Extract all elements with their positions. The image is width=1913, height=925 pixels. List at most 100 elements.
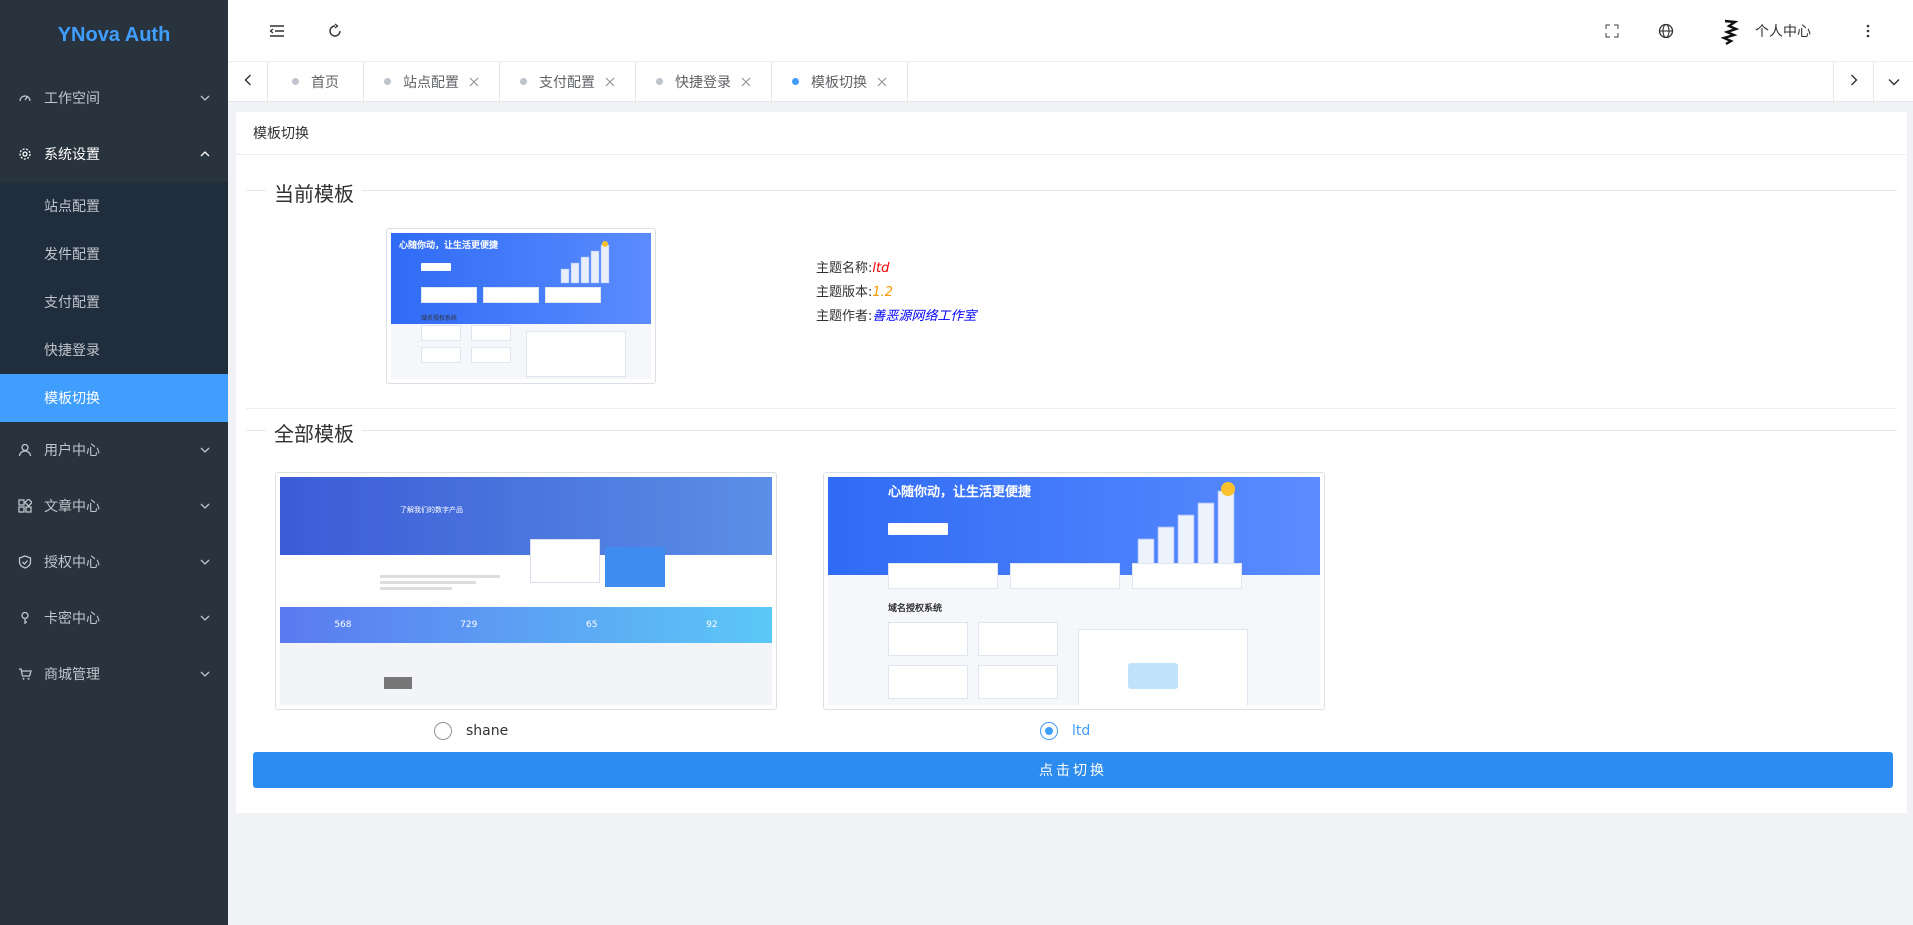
tab-label: 首页 xyxy=(311,74,339,91)
tab-home[interactable]: 首页 xyxy=(268,61,364,102)
sidebar-item-article-center[interactable]: 文章中心 xyxy=(0,478,228,534)
tab-pay-config[interactable]: 支付配置 xyxy=(500,61,636,102)
close-icon[interactable] xyxy=(877,77,887,87)
tabs-scroll-left-button[interactable] xyxy=(228,61,268,102)
tab-label: 快捷登录 xyxy=(675,74,731,91)
switch-template-button[interactable]: 点击切换 xyxy=(253,752,1893,788)
theme-name-row: 主题名称:ltd xyxy=(816,257,976,281)
chevron-left-icon xyxy=(244,74,252,90)
ltd-preview-image: 心随你动，让生活更便捷 域名授权系统 xyxy=(828,477,1320,705)
ltd-template-preview[interactable]: 心随你动，让生活更便捷 域名授权系统 xyxy=(823,472,1325,710)
system-settings-submenu: 站点配置 发件配置 支付配置 快捷登录 模板切换 xyxy=(0,182,228,422)
shane-preview-headline: 了解我们的数字产品 xyxy=(400,506,463,514)
chevron-down-icon xyxy=(200,613,210,623)
theme-version-value: 1.2 xyxy=(872,285,894,300)
close-icon[interactable] xyxy=(605,77,615,87)
gear-icon xyxy=(18,147,32,161)
refresh-icon[interactable] xyxy=(326,22,344,40)
tab-dot xyxy=(520,78,527,85)
theme-author-label: 主题作者: xyxy=(816,309,873,324)
tab-dot xyxy=(792,78,799,85)
tab-label: 站点配置 xyxy=(403,74,459,91)
ltd-preview-image: 心随你动，让生活更便捷 域名授权系统 xyxy=(391,233,651,379)
shane-stat: 729 xyxy=(460,620,478,631)
sidebar-item-label: 授权中心 xyxy=(44,555,100,571)
tab-label: 支付配置 xyxy=(539,74,595,91)
user-menu-label[interactable]: 个人中心 xyxy=(1755,21,1811,41)
shane-template-preview[interactable]: 了解我们的数字产品 568 729 65 92 xyxy=(275,472,777,710)
tab-quick-login[interactable]: 快捷登录 xyxy=(636,61,772,102)
template-switch-card: 模板切换 当前模板 心随你动，让生活更便捷 域名授权系统 主题名称:ltd 主题… xyxy=(236,112,1907,813)
sidebar-item-label: 用户中心 xyxy=(44,443,100,459)
user-icon xyxy=(18,443,32,457)
all-templates-fieldset: 全部模板 xyxy=(246,418,1897,447)
fullscreen-icon[interactable] xyxy=(1603,22,1621,40)
card-title: 模板切换 xyxy=(236,112,1907,155)
all-templates-legend: 全部模板 xyxy=(266,418,362,447)
sidebar-item-card-center[interactable]: 卡密中心 xyxy=(0,590,228,646)
chevron-down-icon xyxy=(1888,74,1900,90)
cart-icon xyxy=(18,667,32,681)
preview-headline: 心随你动，让生活更便捷 xyxy=(399,241,499,251)
sidebar: YNova Auth 工作空间 系统设置 站点配置 发件配置 支付配置 快捷登录… xyxy=(0,0,228,925)
ltd-preview-headline: 心随你动，让生活更便捷 xyxy=(888,485,1032,500)
chevron-down-icon xyxy=(200,445,210,455)
sidebar-item-quick-login[interactable]: 快捷登录 xyxy=(0,326,228,374)
shane-stat: 65 xyxy=(586,620,598,631)
tab-dot xyxy=(656,78,663,85)
theme-author-value[interactable]: 善恶源网络工作室 xyxy=(872,309,976,324)
collapse-menu-icon[interactable] xyxy=(268,22,286,40)
tabs-scroll-right-button[interactable] xyxy=(1833,62,1873,102)
radio-button[interactable] xyxy=(434,722,452,740)
sidebar-item-pay-config[interactable]: 支付配置 xyxy=(0,278,228,326)
sidebar-item-site-config[interactable]: 站点配置 xyxy=(0,182,228,230)
avatar[interactable] xyxy=(1715,16,1745,46)
preview-section-title: 域名授权系统 xyxy=(421,315,458,322)
template-radio-shane[interactable]: shane xyxy=(434,722,508,740)
theme-version-row: 主题版本:1.2 xyxy=(816,281,976,305)
chevron-up-icon xyxy=(200,149,210,159)
article-icon xyxy=(18,499,32,513)
tab-dot xyxy=(292,78,299,85)
sidebar-item-workspace[interactable]: 工作空间 xyxy=(0,70,228,126)
close-icon[interactable] xyxy=(741,77,751,87)
more-vertical-icon[interactable] xyxy=(1859,22,1877,40)
app-logo[interactable]: YNova Auth xyxy=(0,0,228,70)
sidebar-item-mail-config[interactable]: 发件配置 xyxy=(0,230,228,278)
chevron-down-icon xyxy=(200,93,210,103)
key-icon xyxy=(18,611,32,625)
theme-name-label: 主题名称: xyxy=(816,261,873,276)
chevron-down-icon xyxy=(200,501,210,511)
dashboard-icon xyxy=(18,91,32,105)
chevron-down-icon xyxy=(200,557,210,567)
shield-icon xyxy=(18,555,32,569)
current-template-preview: 心随你动，让生活更便捷 域名授权系统 xyxy=(386,228,656,384)
template-radio-ltd[interactable]: ltd xyxy=(1040,722,1090,740)
sidebar-item-label: 商城管理 xyxy=(44,667,100,683)
tabs-bar: 首页 站点配置 支付配置 快捷登录 模板切换 xyxy=(228,61,1913,102)
tabs-menu-button[interactable] xyxy=(1873,62,1913,102)
ltd-preview-section-title: 域名授权系统 xyxy=(888,604,943,614)
sidebar-item-shop-manage[interactable]: 商城管理 xyxy=(0,646,228,702)
radio-label: ltd xyxy=(1072,723,1091,739)
tab-site-config[interactable]: 站点配置 xyxy=(364,61,500,102)
globe-icon[interactable] xyxy=(1657,22,1675,40)
sidebar-item-system-settings[interactable]: 系统设置 xyxy=(0,126,228,182)
sidebar-item-user-center[interactable]: 用户中心 xyxy=(0,422,228,478)
radio-button[interactable] xyxy=(1040,722,1058,740)
radio-label: shane xyxy=(466,723,509,739)
chevron-down-icon xyxy=(200,669,210,679)
sidebar-item-label: 工作空间 xyxy=(44,91,100,107)
sidebar-item-label: 文章中心 xyxy=(44,499,100,515)
tab-template-switch[interactable]: 模板切换 xyxy=(772,61,908,102)
sidebar-item-label: 系统设置 xyxy=(44,147,100,163)
close-icon[interactable] xyxy=(469,77,479,87)
shane-preview-image: 了解我们的数字产品 568 729 65 92 xyxy=(280,477,772,705)
sidebar-item-auth-center[interactable]: 授权中心 xyxy=(0,534,228,590)
tab-dot xyxy=(384,78,391,85)
theme-version-label: 主题版本: xyxy=(816,285,873,300)
sidebar-item-template-switch[interactable]: 模板切换 xyxy=(0,374,228,422)
shane-stat: 92 xyxy=(706,620,718,631)
theme-author-row: 主题作者:善恶源网络工作室 xyxy=(816,305,976,329)
sidebar-item-label: 卡密中心 xyxy=(44,611,100,627)
